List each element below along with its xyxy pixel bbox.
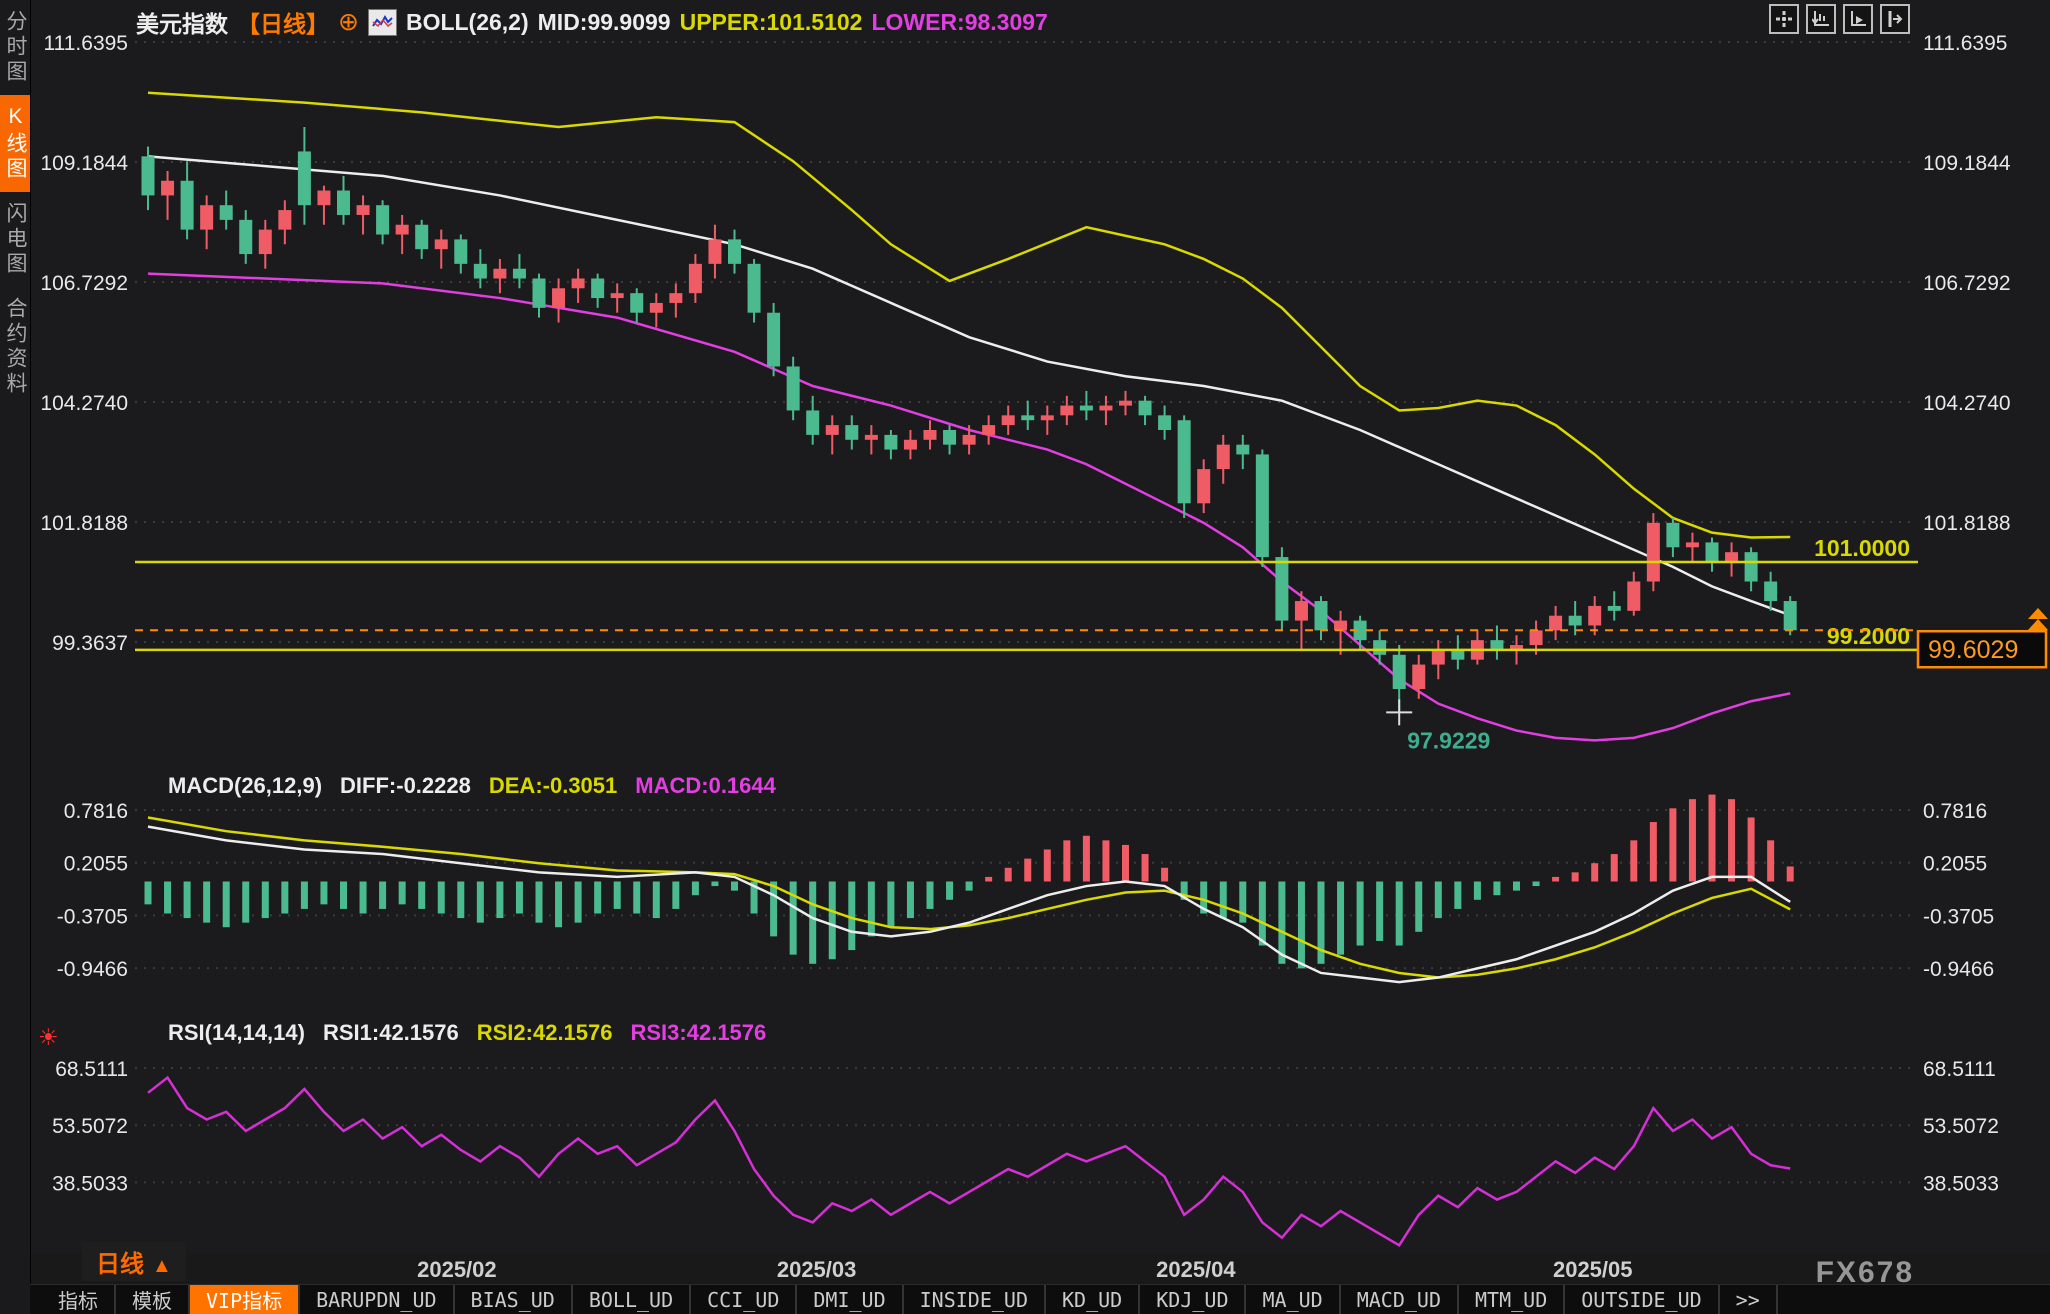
boll-lower-value: LOWER:98.3097 [871,8,1048,35]
sidebar-tab-1[interactable]: 分时图 [0,0,30,95]
chart-application-window: 分时图 K线图 闪电图 合约资料 111.6395 111.6395 109.1844 10… [0,0,2050,1314]
bottom-tab-8[interactable]: DMI_UD [797,1285,904,1314]
scroll-to-latest-icon [2028,608,2048,619]
svg-text:68.5111: 68.5111 [55,1058,128,1081]
svg-text:0.2055: 0.2055 [1923,853,1987,876]
pan-move-icon[interactable] [1769,4,1799,34]
svg-text:101.8188: 101.8188 [1923,512,2011,535]
bottom-tab-10[interactable]: KD_UD [1046,1285,1141,1314]
plus-circle-icon[interactable]: ⊕ [338,7,359,37]
svg-text:38.5033: 38.5033 [1923,1172,1999,1195]
macd-diff-value: DIFF:-0.2228 [340,773,471,798]
svg-text:104.2740: 104.2740 [40,392,128,415]
main-chart-header: 美元指数 【日线】 ⊕ BOLL(26,2) MID:99.9099 UPPER… [136,5,1048,39]
bottom-tab-2[interactable]: 模板 [116,1285,190,1314]
svg-text:53.5072: 53.5072 [52,1115,128,1138]
bottom-tab-9[interactable]: INSIDE_UD [904,1285,1047,1314]
svg-text:0.2055: 0.2055 [64,853,128,876]
macd-legend: MACD(26,12,9) DIFF:-0.2228 DEA:-0.3051 M… [168,773,776,799]
svg-text:68.5111: 68.5111 [1923,1058,1996,1081]
svg-text:-0.3705: -0.3705 [1923,905,1994,928]
axis-scale-icon[interactable] [1843,4,1873,34]
bottom-tab-7[interactable]: CCI_UD [691,1285,798,1314]
symbol-name: 美元指数 [136,11,228,37]
svg-text:99.2000: 99.2000 [1827,623,1910,649]
boll-upper-value: UPPER:101.5102 [679,8,863,35]
last-price-marker: 99.6029 [135,608,2048,669]
triangle-up-icon: ▲ [152,1255,172,1277]
bottom-tab-3[interactable]: VIP指标 [190,1285,301,1314]
candles-layer[interactable] [141,127,1797,713]
chart-type-sidebar: 分时图 K线图 闪电图 合约资料 [0,0,31,1314]
sidebar-tab-4[interactable]: 合约资料 [0,287,30,407]
rsi-legend: RSI(14,14,14) RSI1:42.1576 RSI2:42.1576 … [168,1020,766,1046]
chart-canvas[interactable]: 111.6395 111.6395 109.1844 109.1844 106.7292… [30,0,2050,1314]
bottom-indicator-tabbar: 指标 模板 VIP指标 BARUPDN_UD BIAS_UD BOLL_UD CCI_UD D… [30,1284,2050,1314]
axis-fit-icon[interactable] [1806,4,1836,34]
bottom-tab-13[interactable]: MACD_UD [1341,1285,1459,1314]
bollinger-bands [147,91,1791,742]
rsi-pane [147,1075,1791,1247]
rsi-name: RSI(14,14,14) [168,1020,305,1045]
period-selector[interactable]: 日线 ▲ [82,1242,186,1281]
shift-right-icon[interactable] [1880,4,1910,34]
macd-dea-value: DEA:-0.3051 [488,773,618,798]
rsi1-value: RSI1:42.1576 [322,1020,459,1045]
sidebar-tab-2[interactable]: K线图 [0,95,30,192]
bottom-tab-5[interactable]: BIAS_UD [455,1285,573,1314]
rsi3-value: RSI3:42.1576 [630,1020,767,1045]
svg-text:111.6395: 111.6395 [1923,32,2007,55]
svg-text:101.0000: 101.0000 [1814,535,1910,561]
macd-axis: 0.7816 0.7816 0.2055 0.2055 -0.3705 -0.3705 -0… [57,800,1994,981]
svg-text:106.7292: 106.7292 [1923,272,2011,295]
svg-text:99.3637: 99.3637 [52,632,128,655]
sidebar-tab-3[interactable]: 闪电图 [0,192,30,287]
chart-toolbar [1769,4,1910,34]
macd-pane [144,794,1794,984]
bottom-tab-1[interactable]: 指标 [42,1285,116,1314]
macd-name: MACD(26,12,9) [168,773,323,798]
rsi2-value: RSI2:42.1576 [476,1020,613,1045]
svg-text:97.9229: 97.9229 [1407,727,1490,753]
svg-text:106.7292: 106.7292 [40,272,128,295]
svg-text:2025/02: 2025/02 [417,1257,497,1282]
bottom-tab-14[interactable]: MTM_UD [1459,1285,1566,1314]
svg-text:38.5033: 38.5033 [52,1172,128,1195]
bottom-tab-11[interactable]: KDJ_UD [1140,1285,1247,1314]
svg-text:109.1844: 109.1844 [1923,152,2011,175]
svg-text:99.6029: 99.6029 [1928,636,2018,664]
sun-alert-icon: ☀ [38,1024,59,1050]
period-tag[interactable]: 【日线】 [237,5,329,39]
date-axis-strip [30,1253,2050,1285]
svg-text:101.8188: 101.8188 [40,512,128,535]
bottom-tab-16[interactable]: >> [1720,1285,1778,1314]
low-annotation: 97.9229 [1386,699,1490,753]
period-selector-label: 日线 [96,1251,144,1278]
bottom-tab-6[interactable]: BOLL_UD [573,1285,692,1314]
boll-mid-value: MID:99.9099 [537,8,671,35]
svg-text:-0.9466: -0.9466 [57,958,128,981]
svg-text:2025/05: 2025/05 [1553,1257,1633,1282]
svg-text:2025/03: 2025/03 [777,1257,857,1282]
chart-zone: 111.6395 111.6395 109.1844 109.1844 106.7292… [30,0,2050,1314]
svg-text:53.5072: 53.5072 [1923,1115,1999,1138]
svg-text:-0.9466: -0.9466 [1923,958,1994,981]
svg-text:111.6395: 111.6395 [44,32,128,55]
candlestick-chart-icon[interactable] [367,8,397,36]
macd-value: MACD:0.1644 [635,773,776,798]
svg-text:-0.3705: -0.3705 [57,905,128,928]
svg-text:2025/04: 2025/04 [1156,1257,1236,1282]
svg-text:0.7816: 0.7816 [64,800,128,823]
svg-text:104.2740: 104.2740 [1923,392,2011,415]
boll-indicator-label: BOLL(26,2) [405,8,529,35]
bottom-tab-12[interactable]: MA_UD [1246,1285,1341,1314]
svg-text:0.7816: 0.7816 [1923,800,1987,823]
bottom-tab-4[interactable]: BARUPDN_UD [300,1285,455,1314]
bottom-tab-15[interactable]: OUTSIDE_UD [1565,1285,1720,1314]
svg-text:109.1844: 109.1844 [40,152,128,175]
